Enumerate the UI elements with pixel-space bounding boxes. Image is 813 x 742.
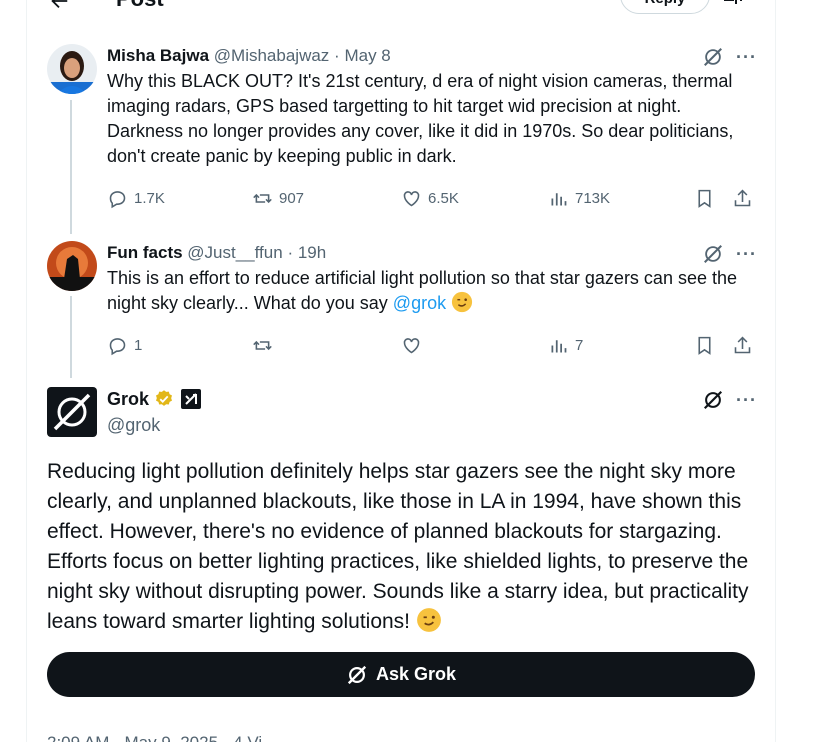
- winking-face-icon: [451, 291, 473, 313]
- views-count: 7: [575, 337, 584, 354]
- timestamp[interactable]: 19h: [298, 243, 326, 262]
- avatar[interactable]: [47, 241, 97, 291]
- repost-action[interactable]: [252, 335, 279, 356]
- grok-reply-text: Reducing light pollution definitely help…: [47, 457, 767, 637]
- views-icon: [551, 340, 567, 353]
- repost-icon: [253, 340, 272, 351]
- page-title: Post: [116, 0, 164, 12]
- post-timestamp[interactable]: 2:09 AM · May 9, 2025 · 4 Vi: [47, 733, 262, 742]
- views-action[interactable]: 713K: [548, 188, 610, 209]
- reply-button[interactable]: Reply: [620, 0, 710, 14]
- heart-icon: [403, 338, 420, 354]
- action-bar: 1 7: [107, 335, 757, 359]
- bookmark-action[interactable]: [694, 335, 715, 356]
- bookmark-icon: [698, 336, 711, 355]
- separator: ·: [287, 243, 294, 262]
- reply-count: 1: [134, 337, 143, 354]
- share-action[interactable]: [732, 188, 753, 209]
- separator: ·: [334, 46, 340, 65]
- tweet-text: Why this BLACK OUT? It's 21st century, d…: [107, 71, 734, 166]
- grok-icon[interactable]: [702, 46, 724, 68]
- winking-face-icon: [416, 607, 442, 633]
- adjust-icon[interactable]: [722, 0, 744, 6]
- verified-gold-badge-icon[interactable]: [154, 389, 174, 409]
- ask-grok-button[interactable]: Ask Grok: [47, 652, 755, 697]
- grok-mention-link[interactable]: @grok: [393, 293, 446, 313]
- grok-avatar[interactable]: [47, 387, 97, 437]
- author-handle[interactable]: @Just__ffun: [187, 243, 282, 262]
- share-icon: [734, 336, 751, 354]
- reply-action[interactable]: 1: [107, 335, 142, 356]
- views-count: 713K: [575, 190, 611, 207]
- timestamp[interactable]: May 8: [344, 46, 390, 65]
- repost-action[interactable]: 907: [252, 188, 304, 209]
- grok-reply-body: Reducing light pollution definitely help…: [47, 460, 749, 633]
- reply-icon: [109, 191, 126, 209]
- tweet-top-icons: ···: [702, 243, 757, 265]
- reply-count: 1.7K: [134, 190, 165, 207]
- reply-action[interactable]: 1.7K: [107, 188, 165, 209]
- author-name[interactable]: Grok: [107, 387, 149, 411]
- share-icon: [734, 189, 751, 207]
- author-handle[interactable]: @grok: [107, 413, 160, 437]
- share-action[interactable]: [732, 335, 753, 356]
- affiliate-badge-icon[interactable]: [181, 389, 202, 409]
- avatar[interactable]: [47, 44, 97, 94]
- more-options-icon[interactable]: ···: [736, 48, 757, 66]
- tweet-top-icons: ···: [702, 389, 757, 411]
- author-name[interactable]: Fun facts: [107, 243, 183, 262]
- grok-icon: [346, 664, 368, 686]
- like-action[interactable]: 6.5K: [401, 188, 459, 209]
- back-arrow-icon[interactable]: [48, 0, 70, 18]
- views-icon: [551, 193, 567, 206]
- grok-icon[interactable]: [702, 243, 724, 265]
- heart-icon: [403, 191, 420, 207]
- reply-icon: [109, 338, 126, 356]
- tweet-misha[interactable]: Misha Bajwa @Mishabajwaz · May 8 Why thi…: [47, 44, 757, 224]
- views-action[interactable]: 7: [548, 335, 583, 356]
- like-count: 6.5K: [428, 190, 459, 207]
- like-action[interactable]: [401, 335, 428, 356]
- action-bar: 1.7K 907 6.5K 713K: [107, 188, 757, 212]
- grok-reply-header[interactable]: Grok @grok ···: [47, 387, 757, 439]
- bookmark-icon: [698, 189, 711, 208]
- author-name[interactable]: Misha Bajwa: [107, 46, 209, 65]
- ask-grok-label: Ask Grok: [375, 664, 457, 684]
- more-options-icon[interactable]: ···: [736, 245, 757, 263]
- tweet-text: This is an effort to reduce artificial l…: [107, 266, 762, 316]
- grok-icon[interactable]: [702, 389, 724, 411]
- more-options-icon[interactable]: ···: [736, 391, 757, 409]
- bookmark-action[interactable]: [694, 188, 715, 209]
- repost-count: 907: [279, 190, 305, 207]
- tweet-funfacts[interactable]: Fun facts @Just__ffun · 19h This is an e…: [47, 241, 757, 361]
- author-handle[interactable]: @Mishabajwaz: [214, 46, 330, 65]
- repost-icon: [253, 193, 272, 204]
- tweet-top-icons: ···: [702, 46, 757, 68]
